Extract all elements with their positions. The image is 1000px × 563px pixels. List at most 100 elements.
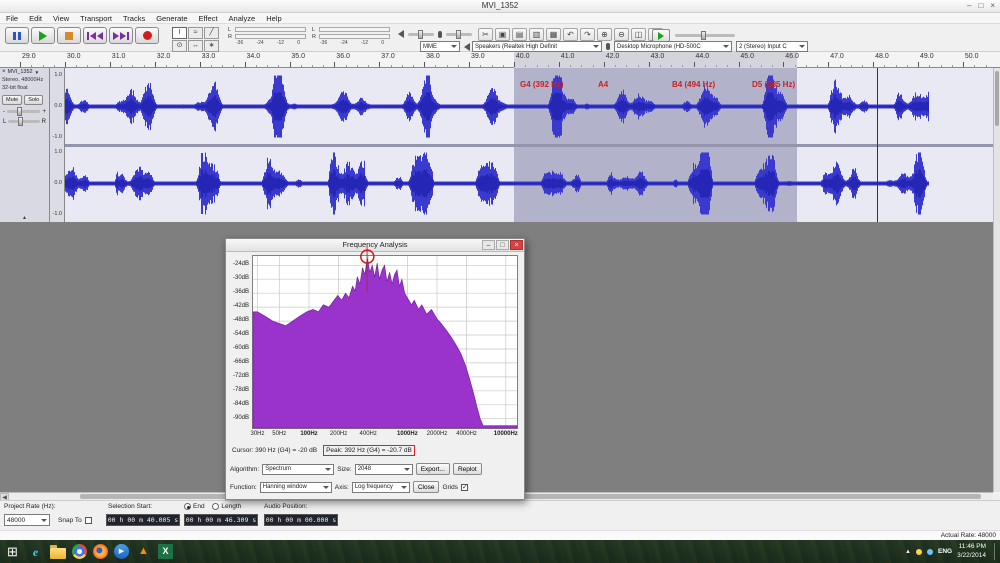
pause-button[interactable] xyxy=(5,27,29,44)
end-radio[interactable] xyxy=(184,503,191,510)
track-menu-dropdown[interactable]: ▼ xyxy=(35,70,39,75)
pan-slider[interactable] xyxy=(8,117,40,126)
input-volume-slider[interactable] xyxy=(446,29,472,39)
solo-button[interactable]: Solo xyxy=(24,94,44,105)
trim-audio-icon[interactable]: ▥ xyxy=(529,28,544,41)
vertical-scale-ruler[interactable]: 1.0 0.0 -1.0 1.0 0.0 -1.0 xyxy=(50,68,65,222)
audio-host-select[interactable]: MME xyxy=(420,41,460,52)
selection-end-field[interactable]: 00 h 00 m 46.309 s xyxy=(184,514,258,526)
menu-help[interactable]: Help xyxy=(266,13,281,23)
zoom-tool-icon[interactable]: ⊙ xyxy=(172,40,187,52)
tray-expand-icon[interactable]: ▲ xyxy=(905,549,911,555)
scrollbar-thumb[interactable] xyxy=(80,494,981,499)
replot-button[interactable]: Replot xyxy=(452,463,482,475)
taskbar-clock[interactable]: 11:46 PM 3/22/2014 xyxy=(957,543,986,559)
playback-meter[interactable]: L R -36 -24 -12 0 xyxy=(228,26,306,46)
slider-thumb[interactable] xyxy=(701,31,706,40)
project-rate-select[interactable]: 48000 xyxy=(4,514,50,526)
export-button[interactable]: Export... xyxy=(415,463,450,475)
menu-analyze[interactable]: Analyze xyxy=(229,13,256,23)
slider-thumb[interactable] xyxy=(17,107,22,116)
scrollbar-thumb[interactable] xyxy=(995,71,999,126)
excel-icon[interactable]: X xyxy=(158,544,173,559)
slider-thumb[interactable] xyxy=(456,29,461,39)
menu-view[interactable]: View xyxy=(53,13,69,23)
menu-edit[interactable]: Edit xyxy=(29,13,42,23)
firefox-icon[interactable] xyxy=(93,544,108,559)
slider-thumb[interactable] xyxy=(18,117,24,126)
undo-icon[interactable]: ↶ xyxy=(563,28,578,41)
gain-slider[interactable] xyxy=(7,107,41,116)
menu-effect[interactable]: Effect xyxy=(199,13,218,23)
menu-tracks[interactable]: Tracks xyxy=(123,13,145,23)
audio-position-field[interactable]: 00 h 00 m 00.000 s xyxy=(264,514,338,526)
close-button[interactable]: Close xyxy=(412,481,440,493)
time-shift-tool-icon[interactable]: ↔ xyxy=(188,40,203,52)
output-volume-slider[interactable] xyxy=(408,29,434,39)
envelope-tool-icon[interactable]: ≈ xyxy=(188,27,203,39)
menu-transport[interactable]: Transport xyxy=(80,13,112,23)
function-select[interactable]: Hanning window xyxy=(259,481,332,493)
slider-thumb[interactable] xyxy=(418,29,423,39)
show-desktop-button[interactable] xyxy=(994,543,998,560)
zoom-in-icon[interactable]: ⊕ xyxy=(597,28,612,41)
redo-icon[interactable]: ↷ xyxy=(580,28,595,41)
vlc-icon[interactable]: ▲ xyxy=(135,543,152,560)
zoom-out-icon[interactable]: ⊖ xyxy=(614,28,629,41)
dialog-maximize-button[interactable]: □ xyxy=(496,240,509,250)
title-bar[interactable]: MVI_1352 – □ × xyxy=(0,0,1000,13)
draw-tool-icon[interactable]: ╱ xyxy=(204,27,219,39)
chrome-icon[interactable] xyxy=(72,544,87,559)
skip-to-end-button[interactable] xyxy=(109,27,133,44)
spectrum-plot[interactable] xyxy=(252,243,518,429)
skip-to-start-button[interactable] xyxy=(83,27,107,44)
stop-button[interactable] xyxy=(57,27,81,44)
input-channels-select[interactable]: 2 (Stereo) Input C xyxy=(736,41,808,52)
fit-selection-icon[interactable]: ◫ xyxy=(631,28,646,41)
vertical-scrollbar[interactable] xyxy=(993,68,1000,492)
recording-meter[interactable]: L R -36 -24 -12 0 xyxy=(312,26,390,46)
selection-tool-icon[interactable]: I xyxy=(172,27,187,39)
input-device-select[interactable]: Desktop Microphone (HD-500C xyxy=(614,41,732,52)
dialog-titlebar[interactable]: Frequency Analysis – □ × xyxy=(226,239,524,252)
media-player-icon[interactable]: ▶ xyxy=(114,544,129,559)
grids-toggle[interactable]: Grids xyxy=(442,483,468,491)
grids-checkbox[interactable] xyxy=(461,483,468,491)
window-minimize-button[interactable]: – xyxy=(967,0,971,12)
paste-icon[interactable]: ▤ xyxy=(512,28,527,41)
timeline-ruler[interactable]: 29.0 30.0 31.0 32.0 33.0 34.0 35.0 36.0 37.0 38.0… xyxy=(0,52,1000,68)
language-indicator[interactable]: ENG xyxy=(938,548,952,555)
window-maximize-button[interactable]: □ xyxy=(978,0,983,12)
size-select[interactable]: 2048 xyxy=(354,463,413,475)
length-radio[interactable] xyxy=(212,503,220,510)
internet-explorer-icon[interactable]: e xyxy=(27,543,44,560)
track-control-panel[interactable]: × MVI_1352 ▼ Stereo, 48000Hz 32-bit floa… xyxy=(0,68,50,222)
silence-audio-icon[interactable]: ▦ xyxy=(546,28,561,41)
algorithm-select[interactable]: Spectrum xyxy=(262,463,335,475)
selection-start-field[interactable]: 00 h 00 m 40.005 s xyxy=(106,514,180,526)
copy-icon[interactable]: ▣ xyxy=(495,28,510,41)
menu-file[interactable]: File xyxy=(6,13,18,23)
multi-tool-icon[interactable]: ∗ xyxy=(204,40,219,52)
axis-select[interactable]: Log frequency xyxy=(351,481,410,493)
menu-generate[interactable]: Generate xyxy=(156,13,187,23)
waveform-display[interactable]: G4 (392 Hz) A4 B4 (494 Hz) D5 (585 Hz) xyxy=(65,68,993,222)
dialog-close-button[interactable]: × xyxy=(510,240,523,250)
track-collapse-button[interactable]: ▴ xyxy=(23,214,26,221)
waveform-svg[interactable] xyxy=(65,68,993,222)
dialog-minimize-button[interactable]: – xyxy=(482,240,495,250)
record-button[interactable] xyxy=(135,27,159,44)
track-close-button[interactable]: × xyxy=(2,69,6,75)
snap-to-checkbox[interactable] xyxy=(84,517,92,524)
play-button[interactable] xyxy=(31,27,55,44)
file-explorer-icon[interactable] xyxy=(50,545,66,559)
spectrum-svg[interactable] xyxy=(252,243,518,429)
start-button[interactable]: ⊞ xyxy=(4,543,21,560)
tray-status-icon[interactable] xyxy=(926,548,933,555)
cut-icon[interactable]: ✂ xyxy=(478,28,493,41)
output-device-select[interactable]: Speakers (Realtek High Definit xyxy=(472,41,602,52)
play-speed-slider[interactable] xyxy=(675,31,735,40)
window-close-button[interactable]: × xyxy=(990,0,995,12)
tray-status-icon[interactable] xyxy=(915,548,922,555)
mute-button[interactable]: Mute xyxy=(2,94,23,105)
